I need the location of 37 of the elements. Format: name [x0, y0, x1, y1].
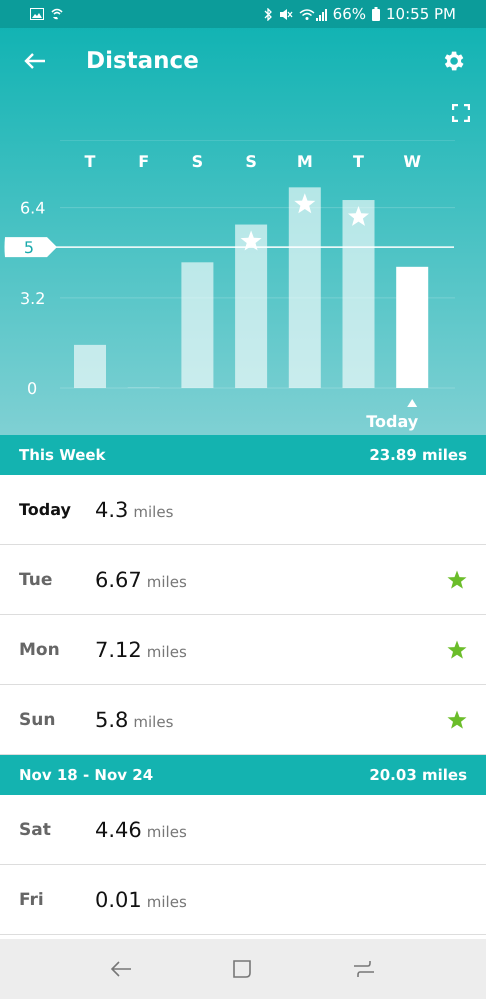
day-label: W [403, 152, 422, 171]
today-label: Today [366, 412, 418, 431]
distance-value: 4.46 [95, 818, 142, 842]
section-title: This Week [19, 446, 106, 464]
axis-label: 3.2 [20, 288, 46, 308]
distance-unit: miles [146, 823, 187, 841]
section-total: 23.89 miles [369, 446, 467, 464]
goal-value: 5 [24, 238, 34, 258]
section-title: Nov 18 - Nov 24 [19, 766, 154, 784]
distance-value: 5.8 [95, 708, 128, 732]
distance-unit: miles [146, 573, 187, 591]
day-name: Sat [19, 820, 52, 840]
day-name: Sun [19, 710, 56, 730]
day-name: Today [19, 500, 72, 519]
day-label: S [192, 152, 204, 171]
distance-unit: miles [146, 643, 187, 661]
screen-title: Distance [86, 48, 200, 74]
distance-unit: miles [133, 503, 174, 521]
axis-label: 0 [27, 379, 38, 398]
day-name: Fri [19, 890, 45, 910]
clock: 10:55 PM [386, 5, 456, 23]
distance-unit: miles [133, 713, 174, 731]
distance-value: 7.12 [95, 638, 142, 662]
distance-value: 6.67 [95, 568, 142, 592]
day-name: Mon [19, 640, 61, 660]
day-label: T [353, 152, 364, 171]
day-label: M [296, 152, 313, 171]
section-total: 20.03 miles [369, 766, 467, 784]
battery-percent: 66% [332, 5, 366, 23]
day-name: Tue [19, 570, 54, 590]
day-label: T [84, 152, 96, 171]
distance-unit: miles [146, 893, 187, 911]
day-label: S [245, 152, 257, 171]
distance-value: 0.01 [95, 888, 142, 912]
axis-label: 6.4 [20, 198, 46, 218]
distance-value: 4.3 [95, 498, 128, 522]
day-label: F [138, 152, 150, 171]
